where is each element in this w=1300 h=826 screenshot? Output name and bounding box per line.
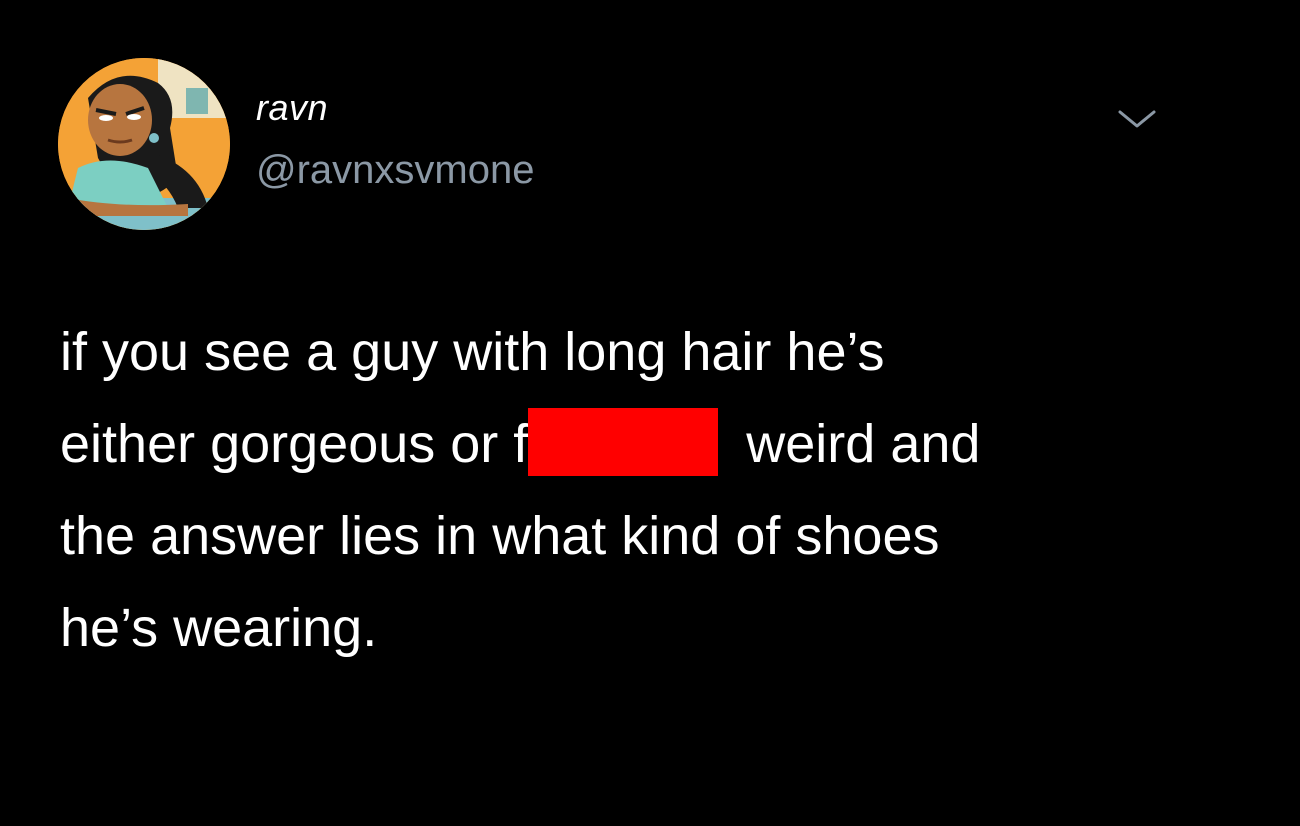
tweet-line-4: he’s wearing. (60, 598, 378, 658)
display-name[interactable]: ravn (256, 90, 328, 126)
tweet: ravn @ravnxsvmone if you see a guy with … (0, 0, 1300, 826)
cartoon-avatar-icon (58, 58, 230, 230)
user-handle[interactable]: @ravnxsvmone (256, 150, 534, 190)
tweet-line-1: if you see a guy with long hair he’s (60, 322, 885, 382)
tweet-line-2-end: weird and (746, 414, 981, 474)
more-options-button[interactable] (1114, 104, 1160, 134)
tweet-line-2: either gorgeous or f weird and (60, 398, 1240, 490)
tweet-line-3: the answer lies in what kind of shoes (60, 506, 940, 566)
redaction-bar (528, 408, 719, 476)
chevron-down-icon (1118, 110, 1156, 128)
avatar[interactable] (58, 58, 230, 230)
tweet-line-2-start: either gorgeous or f (60, 414, 529, 474)
tweet-text: if you see a guy with long hair he’s eit… (60, 306, 1240, 674)
